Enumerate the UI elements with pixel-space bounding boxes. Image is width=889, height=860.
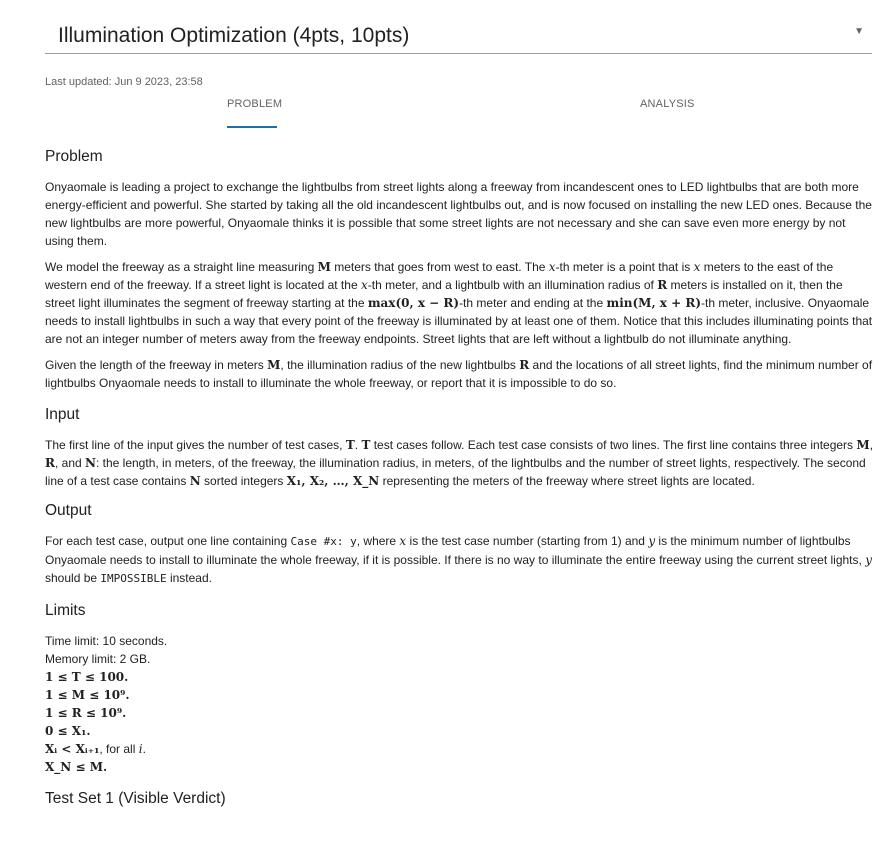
problem-paragraph-2: We model the freeway as a straight line … (45, 260, 873, 346)
limit-r: 1 ≤ R ≤ 10⁹. (45, 706, 127, 720)
limit-xi: Xᵢ < Xᵢ₊₁, for all i. (45, 742, 146, 756)
section-heading-testset1: Test Set 1 (Visible Verdict) (45, 790, 226, 807)
caret-down-icon[interactable]: ▼ (854, 26, 864, 37)
problem-paragraph-1: Onyaomale is leading a project to exchan… (45, 180, 872, 248)
section-heading-problem: Problem (45, 148, 103, 165)
limit-xn: X_N ≤ M. (45, 760, 108, 774)
tab-bar: PROBLEM ANALYSIS (45, 98, 872, 128)
tab-problem[interactable]: PROBLEM (227, 98, 282, 128)
tab-analysis[interactable]: ANALYSIS (640, 98, 694, 126)
input-paragraph: The first line of the input gives the nu… (45, 438, 874, 488)
section-heading-input: Input (45, 406, 80, 423)
problem-title: Illumination Optimization (4pts, 10pts) (58, 24, 410, 47)
last-updated: Last updated: Jun 9 2023, 23:58 (45, 76, 203, 88)
problem-paragraph-3: Given the length of the freeway in meter… (45, 358, 873, 390)
section-heading-output: Output (45, 502, 92, 519)
limit-m: 1 ≤ M ≤ 10⁹. (45, 688, 130, 702)
problem-header: Illumination Optimization (4pts, 10pts) … (45, 18, 872, 54)
time-limit: Time limit: 10 seconds. (45, 634, 168, 648)
section-heading-limits: Limits (45, 602, 86, 619)
memory-limit: Memory limit: 2 GB. (45, 652, 151, 666)
output-paragraph: For each test case, output one line cont… (45, 534, 872, 585)
limits-list: Time limit: 10 seconds. Memory limit: 2 … (45, 632, 875, 776)
problem-statement: Problem Onyaomale is leading a project t… (45, 148, 875, 820)
limit-x1: 0 ≤ X₁. (45, 724, 91, 738)
limit-t: 1 ≤ T ≤ 100. (45, 670, 129, 684)
